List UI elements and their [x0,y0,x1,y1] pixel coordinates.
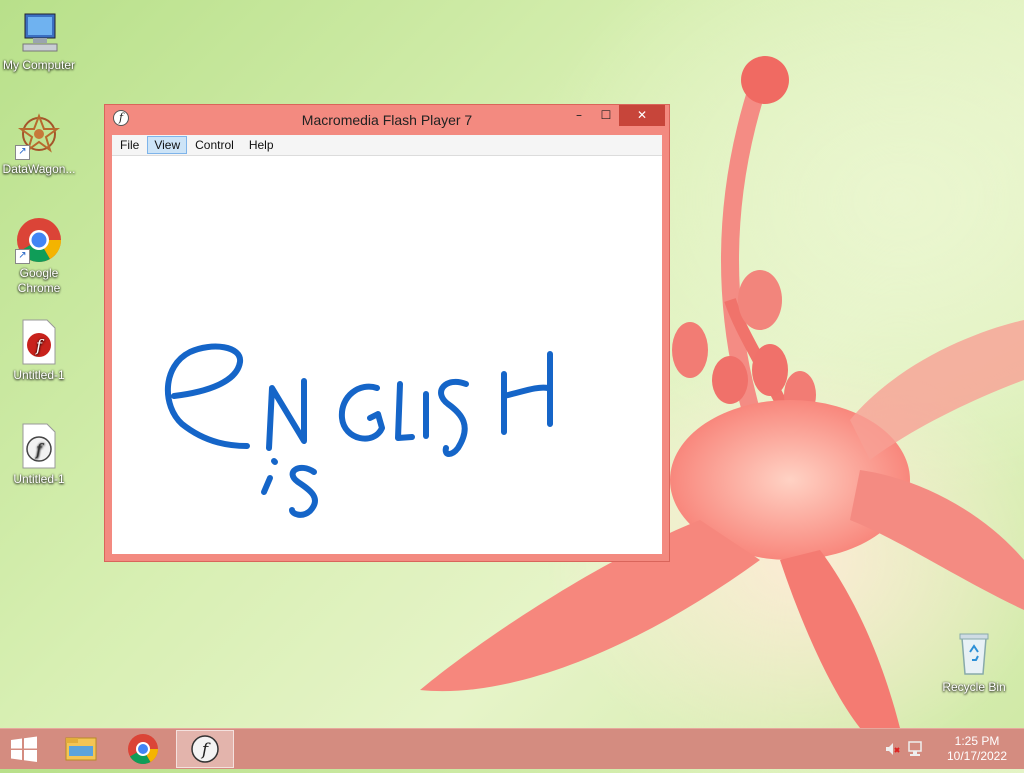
desktop-icon-untitled-1-swf[interactable]: f Untitled-1 [1,318,77,383]
flash-player-icon: f [191,735,219,763]
menu-bar: File View Control Help [112,135,662,156]
desktop-icon-label: Recycle Bin [942,680,1006,694]
close-button[interactable]: ✕ [619,105,665,126]
taskbar-clock[interactable]: 1:25 PM 10/17/2022 [942,734,1012,764]
menu-file[interactable]: File [113,136,146,154]
desktop-icon-label: DataWagon... [2,162,76,176]
desktop-icon-recycle-bin[interactable]: Recycle Bin [936,630,1012,695]
window-titlebar[interactable]: f Macromedia Flash Player 7 – ☐ ✕ [105,105,669,135]
desktop-icon-google-chrome[interactable]: ↗ Google Chrome [1,216,77,296]
network-icon[interactable] [906,740,924,758]
chrome-icon: ↗ [15,216,63,264]
minimize-button[interactable]: – [565,105,593,126]
chrome-icon [128,734,158,765]
start-button[interactable] [0,729,48,769]
flash-document-icon: f [15,318,63,366]
flash-stage[interactable] [112,156,662,554]
taskbar-file-explorer[interactable] [52,730,110,768]
desktop-icon-untitled-1-player[interactable]: f Untitled-1 [1,422,77,487]
recycle-bin-icon [950,630,998,678]
desktop-icon-label: Untitled-1 [13,368,65,382]
shortcut-arrow-icon: ↗ [15,249,30,264]
system-tray: 1:25 PM 10/17/2022 [884,729,1024,769]
maximize-button[interactable]: ☐ [592,105,620,126]
datawagon-icon: ↗ [15,112,63,160]
handwriting-drawing [165,343,553,518]
desktop-icon-label: My Computer [2,58,76,72]
menu-help[interactable]: Help [242,136,281,154]
shortcut-arrow-icon: ↗ [15,145,30,160]
volume-muted-icon[interactable] [884,740,902,758]
desktop-icon-label: Untitled-1 [13,472,65,486]
taskbar-chrome[interactable] [114,730,172,768]
file-explorer-icon [65,737,97,761]
windows-logo-icon [11,736,37,762]
taskbar-flash-player[interactable]: f [176,730,234,768]
desktop-icon-my-computer[interactable]: My Computer [1,8,77,73]
menu-view[interactable]: View [147,136,188,154]
flash-player-document-icon: f [15,422,63,470]
desktop-icon-datawagon[interactable]: ↗ DataWagon... [1,112,77,177]
taskbar: f 1:25 PM 10/17/2022 [0,728,1024,769]
flash-player-window: f Macromedia Flash Player 7 – ☐ ✕ File V… [104,104,670,562]
desktop-icon-label: Google Chrome [17,266,61,295]
clock-time: 1:25 PM [954,734,1000,748]
menu-control[interactable]: Control [188,136,241,154]
computer-icon [15,8,63,56]
clock-date: 10/17/2022 [946,749,1008,763]
